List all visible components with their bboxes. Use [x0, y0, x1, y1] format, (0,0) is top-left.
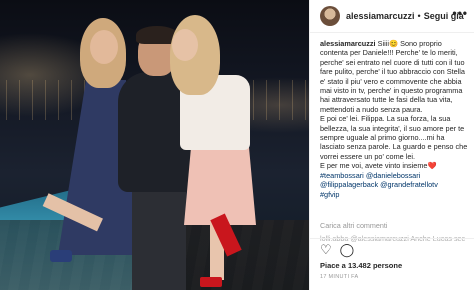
- woman-white-top: [170, 15, 270, 290]
- post-photo[interactable]: [0, 0, 309, 290]
- caption-hashtags-3[interactable]: #gfvip: [320, 190, 468, 199]
- like-heart-icon[interactable]: ♡: [320, 243, 332, 256]
- caption-username[interactable]: alessiamarcuzzi: [320, 39, 376, 48]
- likes-count[interactable]: Piace a 13.482 persone: [320, 261, 402, 270]
- caption: alessiamarcuzzi Siiii😊 Sono proprio cont…: [310, 33, 474, 219]
- action-bar: ♡ ◯: [320, 243, 354, 256]
- post-header: alessiamarcuzzi • Segui già: [310, 0, 474, 33]
- caption-text-3: E per me voi, avete vinto insieme❤️: [320, 161, 437, 171]
- divider: [310, 238, 474, 239]
- comment-bubble-icon[interactable]: ◯: [340, 243, 355, 256]
- comments-section: Carica altri commenti lolli.abba @alessi…: [310, 219, 474, 243]
- caption-hashtags-2[interactable]: @filippalagerback @grandefratellotv: [320, 180, 468, 189]
- more-options-icon[interactable]: •••: [452, 6, 468, 20]
- header-username[interactable]: alessiamarcuzzi: [346, 11, 415, 21]
- caption-text-2: E poi ce' lei. Filippa. La sua forza, la…: [320, 114, 468, 161]
- separator-dot: •: [417, 11, 421, 21]
- post-timestamp: 17 MINUTI FA: [320, 274, 359, 280]
- avatar[interactable]: [320, 6, 340, 26]
- caption-text-1: Siiii😊 Sono proprio contenta per Daniele…: [320, 39, 465, 114]
- post-sidebar: alessiamarcuzzi • Segui già ••• alessiam…: [309, 0, 474, 290]
- load-more-comments[interactable]: Carica altri commenti: [320, 221, 468, 230]
- instagram-post: alessiamarcuzzi • Segui già ••• alessiam…: [0, 0, 474, 290]
- caption-hashtags-1[interactable]: #teambossari @danielebossari: [320, 171, 468, 180]
